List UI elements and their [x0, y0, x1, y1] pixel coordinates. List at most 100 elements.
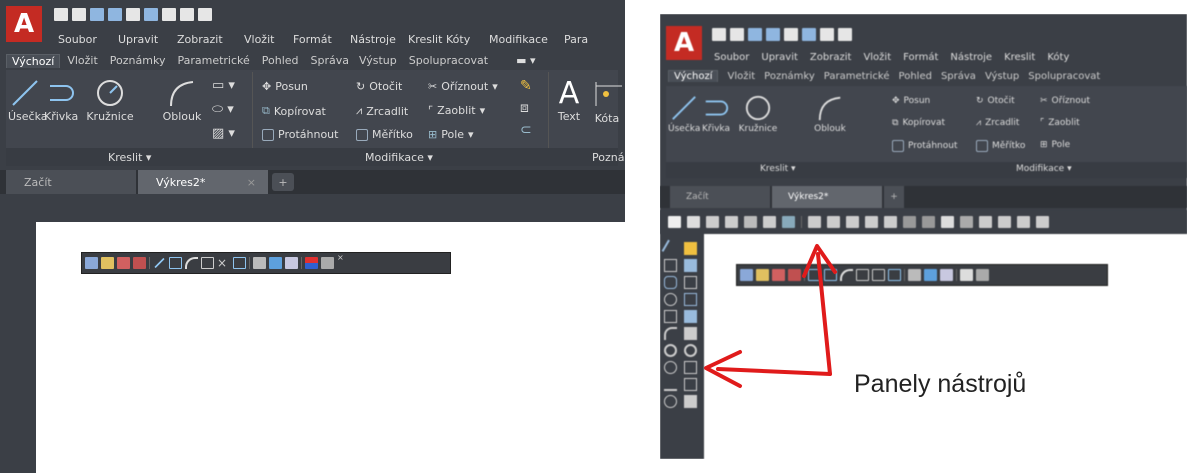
- gradient-icon[interactable]: [285, 257, 298, 269]
- file-tab-label: Výkres2*: [156, 175, 206, 189]
- offset-icon[interactable]: ⊂: [520, 122, 532, 138]
- menu-item[interactable]: Formát: [293, 33, 350, 46]
- app-menu-button[interactable]: A: [6, 6, 42, 42]
- layer-icon[interactable]: [305, 257, 318, 269]
- publish-icon[interactable]: [126, 8, 140, 21]
- floating-toolbar[interactable]: × ×: [81, 252, 451, 274]
- save-as-icon[interactable]: [108, 8, 122, 21]
- tab-view[interactable]: Pohled: [262, 54, 299, 67]
- array-icon: ⊞: [428, 128, 438, 141]
- tab-annotate[interactable]: Poznámky: [110, 54, 166, 67]
- tool-polyline[interactable]: Křivka: [44, 78, 78, 123]
- panel-title-modify[interactable]: Modifikace ▾: [365, 151, 433, 164]
- menu-item[interactable]: Nástroje: [350, 33, 408, 46]
- hatch-icon[interactable]: ▨ ▾: [212, 126, 235, 141]
- menu-item[interactable]: Kreslit: [408, 33, 446, 46]
- tool-line[interactable]: Úsečka: [8, 78, 48, 123]
- tab-collaborate[interactable]: Spolupracovat: [409, 54, 488, 67]
- quick-access-toolbar: [54, 8, 212, 21]
- tool-label: Posun: [275, 80, 308, 93]
- menu-item[interactable]: Kóty: [446, 33, 489, 46]
- line-icon[interactable]: [154, 257, 165, 269]
- tool-trim[interactable]: ✂ Oříznout ▾: [428, 80, 498, 93]
- tool-text[interactable]: A Text: [554, 78, 584, 124]
- open-icon[interactable]: [72, 8, 86, 21]
- line-icon: [12, 80, 38, 106]
- menu-item[interactable]: Zobrazit: [177, 33, 244, 46]
- file-tabs-bar: Začít Výkres2* × +: [0, 170, 625, 194]
- close-icon[interactable]: ×: [337, 253, 344, 262]
- move-icon: ✥: [262, 80, 272, 93]
- erase-icon[interactable]: ✎: [520, 78, 532, 94]
- file-tab-drawing[interactable]: Výkres2* ×: [138, 170, 268, 194]
- tool-label: Otočit: [369, 80, 403, 93]
- extend-icon[interactable]: ×: [217, 257, 230, 269]
- tab-insert[interactable]: Vložit: [67, 54, 97, 67]
- mirror-icon: ⩘: [356, 104, 363, 117]
- tool-stretch[interactable]: Protáhnout: [262, 128, 338, 141]
- modify-extra-icons: ✎ ⧈ ⊂: [520, 78, 532, 138]
- vzd-icon[interactable]: [101, 257, 114, 269]
- right-screenshot: A Soubor Upravit Zobrazit Vložit Formát …: [660, 14, 1187, 459]
- block-icon[interactable]: [269, 257, 282, 269]
- scale-icon: [356, 128, 368, 141]
- copy-icon: ⧉: [262, 104, 270, 117]
- rectangle-icon[interactable]: ▭ ▾: [212, 78, 235, 93]
- tab-manage[interactable]: Správa: [311, 54, 349, 67]
- menu-item[interactable]: Modifikace: [489, 33, 564, 46]
- ax-icon[interactable]: [85, 257, 98, 269]
- annotation-label: Panely nástrojů: [854, 370, 1027, 398]
- chevron-down-icon: ▾: [479, 104, 486, 117]
- tool-dimension[interactable]: Kóta: [590, 78, 624, 125]
- tab-parametric[interactable]: Parametrické: [177, 54, 249, 67]
- menu-item[interactable]: Vložit: [244, 33, 293, 46]
- tool-label: Protáhnout: [278, 128, 339, 141]
- tool-rotate[interactable]: ↻ Otočit: [356, 80, 402, 93]
- polyline-icon: [50, 85, 74, 101]
- ellipse-icon[interactable]: ⬭ ▾: [212, 102, 235, 117]
- pattern-icon[interactable]: [253, 257, 266, 269]
- new-icon[interactable]: [54, 8, 68, 21]
- tool-fillet[interactable]: ⌜ Zaoblit ▾: [428, 104, 485, 117]
- plot-preview-icon[interactable]: [144, 8, 158, 21]
- new-tab-button[interactable]: +: [272, 173, 294, 191]
- menu-item[interactable]: Para: [564, 33, 594, 46]
- tool-label: Zaoblit: [437, 104, 476, 117]
- stretch-icon: [262, 128, 274, 141]
- toolbar-separator: [301, 257, 302, 269]
- properties-icon[interactable]: [321, 257, 334, 269]
- arrow-shaft-up: [816, 252, 832, 376]
- tool-circle[interactable]: Kružnice: [84, 78, 136, 123]
- arc-icon[interactable]: [185, 257, 198, 269]
- tab-home[interactable]: Výchozí: [6, 53, 61, 68]
- panel-title-annotation[interactable]: Pozná: [592, 151, 624, 164]
- menu-item[interactable]: Upravit: [118, 33, 177, 46]
- tab-output[interactable]: Výstup: [359, 54, 397, 67]
- tool-mirror[interactable]: ⩘ Zrcadlit: [356, 104, 408, 118]
- trim-icon[interactable]: [201, 257, 214, 269]
- undo-icon[interactable]: [180, 8, 194, 21]
- panel-toggle-icon[interactable]: ▬ ▾: [516, 54, 535, 67]
- redo-icon[interactable]: [198, 8, 212, 21]
- save-icon[interactable]: [90, 8, 104, 21]
- tool-copy[interactable]: ⧉ Kopírovat: [262, 104, 326, 118]
- file-tab-start[interactable]: Začít: [6, 170, 136, 194]
- circle-icon: [97, 80, 123, 106]
- polyline-icon[interactable]: [169, 257, 182, 269]
- tool-arc[interactable]: Oblouk: [160, 78, 204, 123]
- menu-item[interactable]: Soubor: [58, 33, 118, 46]
- close-icon[interactable]: ×: [247, 176, 256, 189]
- tool-label: Kopírovat: [273, 104, 326, 118]
- toolbar-separator: [149, 257, 150, 269]
- explode-icon[interactable]: ⧈: [520, 100, 532, 116]
- scale-15-icon[interactable]: [133, 257, 146, 269]
- tool-label: Zrcadlit: [366, 104, 409, 118]
- panel-title-draw[interactable]: Kreslit ▾: [108, 151, 151, 164]
- ribbon-tabs: Výchozí Vložit Poznámky Parametrické Poh…: [6, 52, 536, 69]
- raster-icon[interactable]: [117, 257, 130, 269]
- print-icon[interactable]: [162, 8, 176, 21]
- tool-move[interactable]: ✥ Posun: [262, 80, 308, 93]
- tool-scale[interactable]: Měřítko: [356, 128, 413, 141]
- tool-array[interactable]: ⊞ Pole ▾: [428, 128, 474, 141]
- dimension-icon[interactable]: [233, 257, 246, 269]
